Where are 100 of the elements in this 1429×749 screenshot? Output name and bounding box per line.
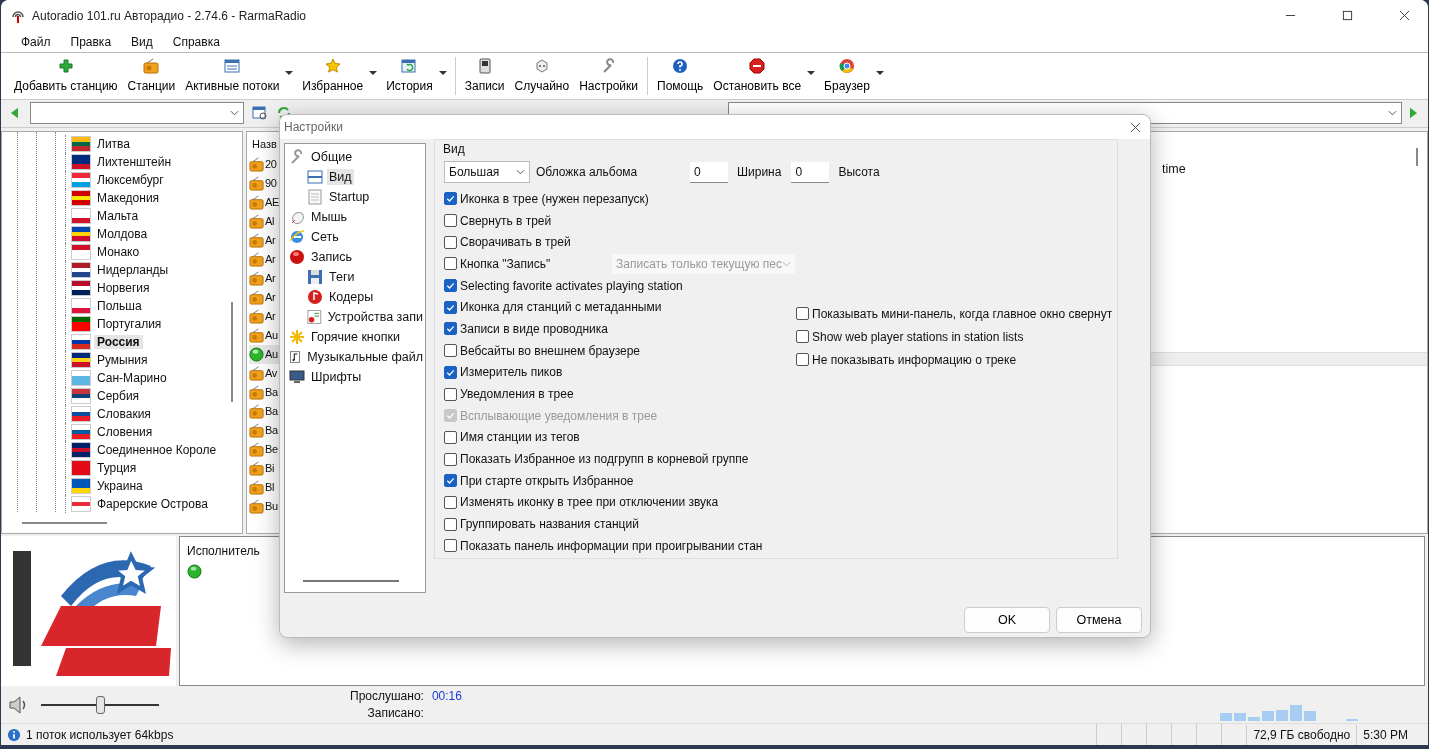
scrollbar-thumb[interactable] bbox=[231, 301, 233, 402]
ok-button[interactable]: OK bbox=[964, 607, 1050, 633]
toolbar-button[interactable]: Избранное bbox=[297, 56, 369, 96]
speaker-icon[interactable] bbox=[8, 695, 28, 714]
scrollbar-thumb[interactable] bbox=[1416, 147, 1418, 166]
country-item[interactable]: Турция bbox=[94, 460, 140, 475]
settings-nav-item[interactable]: Общие bbox=[309, 149, 355, 165]
country-item[interactable]: Россия bbox=[94, 334, 143, 349]
option-checkbox[interactable]: Selecting favorite activates playing station bbox=[444, 278, 683, 293]
country-item[interactable]: Нидерланды bbox=[94, 262, 172, 277]
option-checkbox[interactable]: Показать панель информации при проигрывании стан bbox=[444, 538, 763, 553]
country-item[interactable]: Мальта bbox=[94, 208, 142, 223]
country-item[interactable]: Македония bbox=[94, 190, 163, 205]
settings-nav-item[interactable]: Кодеры bbox=[327, 289, 376, 305]
toolbar-button[interactable]: Остановить все bbox=[708, 56, 807, 96]
station-name[interactable]: Bl bbox=[265, 481, 275, 494]
country-item[interactable]: Сербия bbox=[94, 388, 143, 403]
country-item[interactable]: Словакия bbox=[94, 406, 154, 421]
settings-nav-item[interactable]: Горячие кнопки bbox=[309, 329, 402, 345]
toolbar-button[interactable]: Записи bbox=[459, 56, 510, 96]
toolbar-button[interactable]: Помощь bbox=[652, 56, 709, 96]
column-header[interactable]: Исполнитель bbox=[187, 544, 260, 559]
option-checkbox[interactable]: Иконка в трее (нужен перезапуск) bbox=[444, 191, 649, 206]
menu-item[interactable]: Файл bbox=[11, 34, 61, 49]
dropdown-arrow-icon[interactable] bbox=[807, 70, 816, 75]
scrollbar-thumb[interactable] bbox=[22, 521, 107, 524]
toolbar-button[interactable]: Настройки bbox=[574, 56, 643, 96]
station-name[interactable]: Ar bbox=[265, 253, 276, 266]
volume-slider[interactable] bbox=[96, 695, 105, 714]
option-checkbox[interactable]: Иконка для станций с метаданными bbox=[444, 300, 662, 315]
cover-size-select[interactable]: Большая bbox=[444, 161, 530, 183]
station-name[interactable]: Bi bbox=[265, 462, 275, 475]
country-item[interactable]: Фарерские Острова bbox=[94, 496, 211, 511]
country-item[interactable]: Соединенное Короле bbox=[94, 442, 220, 457]
country-item[interactable]: Люксембург bbox=[94, 172, 167, 187]
dropdown-arrow-icon[interactable] bbox=[875, 70, 884, 75]
country-item[interactable]: Лихтенштейн bbox=[94, 154, 175, 169]
height-field[interactable]: 0 bbox=[791, 161, 830, 183]
toolbar-button[interactable]: Случайно bbox=[509, 56, 575, 96]
toolbar-button[interactable]: Активные потоки bbox=[180, 56, 285, 96]
settings-nav-item[interactable]: Сеть bbox=[309, 229, 341, 245]
option-checkbox[interactable]: Не показывать информацию о треке bbox=[796, 352, 1017, 367]
station-name[interactable]: Al bbox=[265, 215, 275, 228]
settings-nav-item[interactable]: Устройства запи bbox=[325, 309, 425, 325]
settings-nav-item[interactable]: Шрифты bbox=[309, 369, 364, 385]
station-name[interactable]: Au bbox=[265, 348, 278, 361]
option-checkbox[interactable]: Show web player stations in station lists bbox=[796, 329, 1024, 344]
country-item[interactable]: Румыния bbox=[94, 352, 151, 367]
option-checkbox[interactable]: Сворачивать в трей bbox=[444, 235, 571, 250]
settings-nav-item[interactable]: Startup bbox=[327, 189, 372, 205]
settings-nav-item[interactable]: Теги bbox=[327, 269, 357, 285]
station-name[interactable]: AE bbox=[265, 196, 280, 209]
option-checkbox[interactable]: Измеритель пиков bbox=[444, 365, 563, 380]
station-name[interactable]: Ar bbox=[265, 310, 276, 323]
search-combo[interactable] bbox=[30, 102, 244, 125]
back-arrow-icon[interactable] bbox=[11, 107, 18, 120]
play-arrow-icon[interactable] bbox=[1410, 107, 1417, 120]
close-icon[interactable] bbox=[1130, 121, 1141, 133]
dropdown-arrow-icon[interactable] bbox=[438, 70, 447, 75]
country-item[interactable]: Литва bbox=[94, 136, 133, 151]
station-name[interactable]: Be bbox=[265, 443, 278, 456]
station-name[interactable]: 20 bbox=[265, 158, 277, 171]
option-checkbox[interactable]: Кнопка "Запись" bbox=[444, 256, 612, 271]
country-item[interactable]: Молдова bbox=[94, 226, 151, 241]
option-checkbox[interactable]: Свернуть в трей bbox=[444, 213, 552, 228]
toolbar-button[interactable]: Браузер bbox=[819, 56, 875, 96]
country-item[interactable]: Сан-Марино bbox=[94, 370, 170, 385]
toolbar-button[interactable]: Станции bbox=[122, 56, 181, 96]
scrollbar-thumb[interactable] bbox=[303, 580, 399, 582]
dropdown-arrow-icon[interactable] bbox=[285, 70, 294, 75]
option-checkbox[interactable]: Изменять иконку в трее при отключении звука bbox=[444, 495, 719, 510]
settings-nav-item[interactable]: Запись bbox=[309, 249, 354, 265]
station-name[interactable]: Ba bbox=[265, 386, 278, 399]
station-name[interactable]: Ba bbox=[265, 424, 278, 437]
settings-nav-item[interactable]: Вид bbox=[327, 169, 354, 185]
country-item[interactable]: Польша bbox=[94, 298, 145, 313]
option-checkbox[interactable]: Вебсайты во внешнем браузере bbox=[444, 343, 641, 358]
toolbar-button[interactable]: История bbox=[381, 56, 438, 96]
menu-item[interactable]: Вид bbox=[121, 34, 163, 49]
cancel-button[interactable]: Отмена bbox=[1056, 607, 1142, 633]
country-item[interactable]: Норвегия bbox=[94, 280, 153, 295]
station-name[interactable]: Bu bbox=[265, 500, 278, 513]
station-name[interactable]: Ar bbox=[265, 291, 276, 304]
menu-item[interactable]: Справка bbox=[162, 34, 230, 49]
list-search-icon[interactable] bbox=[252, 105, 268, 122]
country-item[interactable]: Словения bbox=[94, 424, 156, 439]
option-checkbox[interactable]: Имя станции из тегов bbox=[444, 430, 580, 445]
station-name[interactable]: Ar bbox=[265, 234, 276, 247]
country-item[interactable]: Украина bbox=[94, 478, 146, 493]
station-name[interactable]: 90 bbox=[265, 177, 277, 190]
menu-item[interactable]: Правка bbox=[60, 34, 122, 49]
option-checkbox[interactable]: Группировать названия станций bbox=[444, 517, 639, 532]
option-checkbox[interactable]: Показывать мини-панель, когда главное окно свернут bbox=[796, 306, 1113, 321]
dropdown-arrow-icon[interactable] bbox=[369, 70, 378, 75]
station-name[interactable]: Ba bbox=[265, 405, 278, 418]
settings-nav-item[interactable]: Музыкальные файл bbox=[305, 349, 425, 365]
option-checkbox[interactable]: При старте открыть Избранное bbox=[444, 473, 634, 488]
station-name[interactable]: Ar bbox=[265, 272, 276, 285]
option-checkbox[interactable]: Уведомления в трее bbox=[444, 387, 574, 402]
settings-nav-item[interactable]: Мышь bbox=[309, 209, 349, 225]
